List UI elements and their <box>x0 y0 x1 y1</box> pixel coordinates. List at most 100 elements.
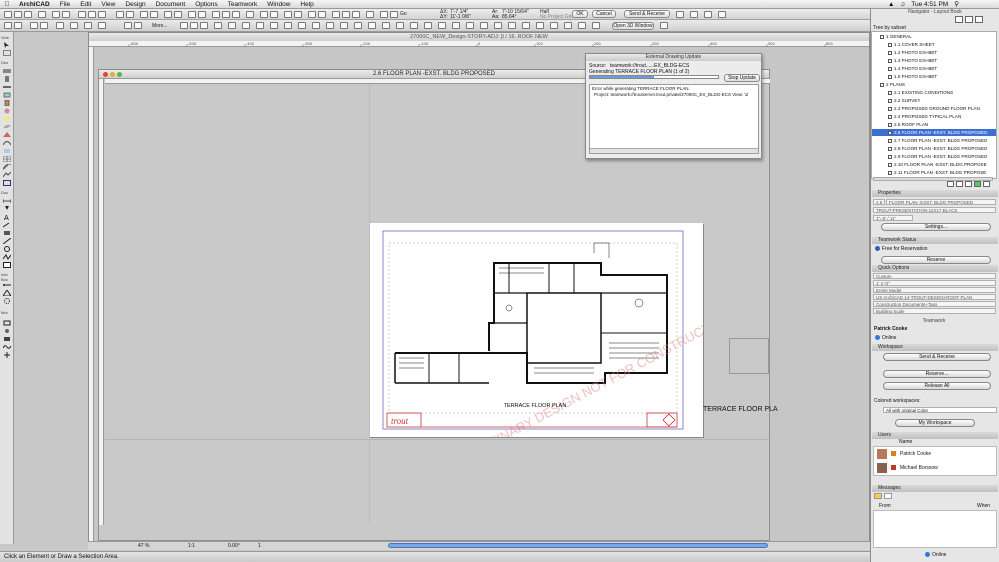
menu-teamwork[interactable]: Teamwork <box>223 1 263 8</box>
worksheet-tool-icon[interactable] <box>3 320 11 326</box>
tree-item[interactable]: 2.7 FLOOR PLAN -EXST. BLDG PROPOSED <box>872 137 996 144</box>
messages-header[interactable]: Messages <box>872 485 998 492</box>
elevation-tool-icon[interactable] <box>3 290 11 296</box>
zoom-window-icon[interactable] <box>117 72 122 77</box>
shell-tool-icon[interactable] <box>3 140 11 146</box>
tree-item[interactable]: 2.8 FLOOR PLAN -EXST. BLDG PROPOSED <box>872 145 996 152</box>
log-scrollbar[interactable] <box>590 148 758 153</box>
message-icon[interactable] <box>718 11 726 18</box>
text-tool-icon[interactable]: A <box>3 214 11 220</box>
reserve-status-button[interactable]: Reserve <box>881 256 991 264</box>
window-tool-icon[interactable] <box>3 92 11 98</box>
wall-icon[interactable] <box>180 22 188 29</box>
tree-item[interactable]: 1.1 COVER SHEET <box>872 41 996 48</box>
tree-item[interactable]: 1.4 PHOTO EXHIBIT <box>872 65 996 72</box>
send-back-icon[interactable] <box>368 22 376 29</box>
undo-icon[interactable] <box>52 11 60 18</box>
print-icon[interactable] <box>38 11 46 18</box>
grid-icon[interactable] <box>284 11 292 18</box>
tree-item[interactable]: 2.10 FLOOR PLAN -EXST. BLDG PROPOSE <box>872 161 996 168</box>
user-name-1[interactable]: Patrick Cooke <box>900 451 931 457</box>
split-icon[interactable] <box>256 22 264 29</box>
redo-icon[interactable] <box>62 11 70 18</box>
eye-icon[interactable] <box>84 22 92 29</box>
horizontal-scrollbar[interactable] <box>388 543 768 548</box>
curtain-wall-tool-icon[interactable] <box>3 156 11 162</box>
level-dimension-tool-icon[interactable] <box>3 206 11 212</box>
quick-options-header[interactable]: Quick Options <box>872 265 998 272</box>
mesh-tool-icon[interactable] <box>3 172 11 178</box>
apple-icon[interactable]:  <box>0 1 14 8</box>
copy-icon[interactable] <box>88 11 96 18</box>
menu-clock[interactable]: Tue 4:51 PM <box>911 1 948 8</box>
geometry-icon[interactable] <box>30 22 38 29</box>
arrow-tool-icon[interactable] <box>3 42 11 48</box>
group-icon[interactable] <box>312 22 320 29</box>
release-icon[interactable] <box>704 11 712 18</box>
ok-button[interactable]: OK <box>572 10 588 18</box>
fit-window-icon[interactable] <box>232 11 240 18</box>
users-header[interactable]: Users <box>872 432 998 439</box>
teamwork-status-header[interactable]: Teamwork Status <box>872 237 998 244</box>
drawing-placeholder[interactable] <box>729 338 769 374</box>
menu-options[interactable]: Options <box>190 1 222 8</box>
lock-icon[interactable] <box>70 22 78 29</box>
menu-document[interactable]: Document <box>151 1 191 8</box>
drawing-tool-icon[interactable] <box>3 262 11 268</box>
go-label[interactable]: Go <box>400 11 407 17</box>
properties-scale[interactable]: 1"=5' / 11" <box>873 215 913 221</box>
gravity-icon[interactable] <box>174 11 182 18</box>
more-label[interactable]: More... <box>152 23 168 29</box>
detail-tool-icon[interactable] <box>3 298 11 304</box>
quick-option-3[interactable]: US ArchiCAD 14-TROUT-DESIGN-ROOF PLAN <box>873 294 996 300</box>
tree-item[interactable]: 1.2 PHOTO EXHIBIT <box>872 49 996 56</box>
reserve-icon[interactable] <box>690 11 698 18</box>
lamp-icon[interactable] <box>578 22 586 29</box>
curtain-icon[interactable] <box>494 22 502 29</box>
roof-icon[interactable] <box>508 22 516 29</box>
camera-icon[interactable] <box>366 11 374 18</box>
line-tool-icon[interactable] <box>3 238 11 244</box>
menu-window[interactable]: Window <box>262 1 295 8</box>
mirror2-icon[interactable] <box>480 22 488 29</box>
tree-item[interactable]: 2.6 FLOOR PLAN -EXST. BLDG PROPOSED <box>872 129 996 136</box>
outside-drawing-label[interactable]: TERRACE FLOOR PLA <box>703 406 778 413</box>
line-icon[interactable] <box>134 22 142 29</box>
tree-action-icons[interactable] <box>947 181 997 189</box>
table-icon[interactable] <box>352 11 360 18</box>
workspace-header[interactable]: Workspace <box>872 344 998 351</box>
pencil-icon[interactable] <box>116 11 124 18</box>
multiply-icon[interactable] <box>396 22 404 29</box>
update-log[interactable]: Error while generating TERRACE FLOOR PLA… <box>589 84 759 154</box>
guide-icon[interactable] <box>164 11 172 18</box>
zone-tool-icon[interactable] <box>3 180 11 186</box>
column-tool-icon[interactable] <box>3 76 11 82</box>
rotate-icon[interactable] <box>294 11 302 18</box>
teamwork-icon[interactable] <box>676 11 684 18</box>
roof-tool-icon[interactable] <box>3 132 11 138</box>
stop-update-button[interactable]: Stop Update <box>724 74 760 82</box>
stair-icon[interactable] <box>214 22 222 29</box>
trim-icon[interactable] <box>126 11 134 18</box>
new-file-icon[interactable] <box>4 11 12 18</box>
magic-wand-icon[interactable] <box>140 11 148 18</box>
elevate-icon[interactable] <box>466 22 474 29</box>
menu-file[interactable]: File <box>55 1 75 8</box>
bring-front-icon[interactable] <box>354 22 362 29</box>
beam-tool-icon[interactable] <box>3 84 11 90</box>
open-3d-window-button[interactable]: Open 3D Window <box>612 22 654 30</box>
rectangle-icon[interactable] <box>40 22 48 29</box>
object-tool-icon[interactable] <box>3 108 11 114</box>
marquee-icon[interactable] <box>198 11 206 18</box>
tree-item[interactable]: 2.2 SURVEY <box>872 97 996 104</box>
tree-item[interactable]: 2.9 FLOOR PLAN -EXST. BLDG PROPOSED <box>872 153 996 160</box>
tree-item[interactable]: 2.1 EXISTING CONDITIONS <box>872 89 996 96</box>
cursor-snap-icon[interactable] <box>124 22 132 29</box>
menu-app[interactable]: ArchiCAD <box>14 1 55 8</box>
layout-sheet[interactable]: PRELIMINARY DESIGN NOT FOR CONSTRUCTION … <box>369 223 733 468</box>
mirror-icon[interactable] <box>308 11 316 18</box>
tree-item[interactable]: 2.4 PROPOSED TYPICAL PLAN <box>872 113 996 120</box>
explode-icon[interactable] <box>298 22 306 29</box>
home-icon[interactable] <box>98 22 106 29</box>
lamp-tool-icon[interactable] <box>3 116 11 122</box>
